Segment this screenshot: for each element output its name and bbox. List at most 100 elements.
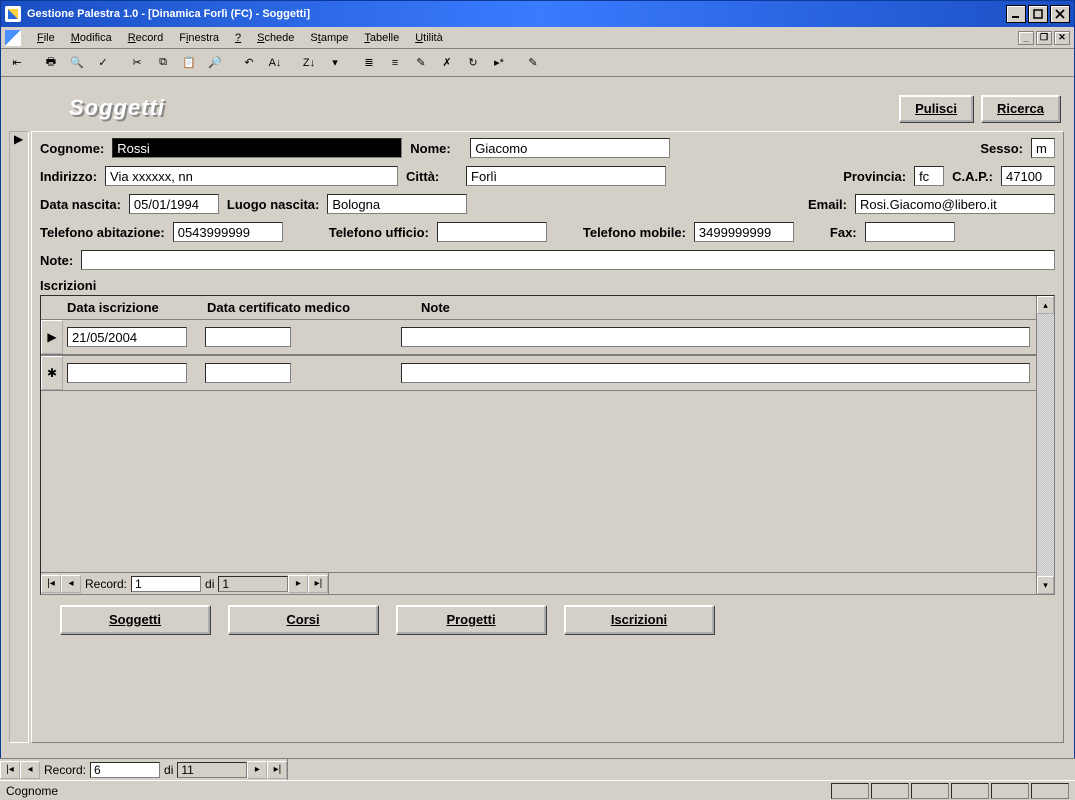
row-new-marker-icon[interactable]: ✱ bbox=[41, 356, 63, 390]
tel-ufficio-field[interactable] bbox=[437, 222, 547, 242]
menubar: FileModificaRecordFinestra?SchedeStampeT… bbox=[1, 27, 1074, 49]
nav-prev-button[interactable]: ◂ bbox=[20, 761, 40, 779]
mdi-restore-button[interactable]: ❐ bbox=[1036, 31, 1052, 45]
sub-data-certificato-field[interactable] bbox=[205, 363, 291, 383]
sub-nav-first-button[interactable]: |◂ bbox=[41, 575, 61, 593]
undo-icon[interactable]: ↶ bbox=[237, 52, 261, 74]
menu-?[interactable]: ? bbox=[227, 30, 249, 46]
filter-excl-icon[interactable]: ≡ bbox=[383, 52, 407, 74]
sub-data-iscrizione-field[interactable] bbox=[67, 363, 187, 383]
indirizzo-field[interactable] bbox=[105, 166, 398, 186]
close-button[interactable] bbox=[1050, 5, 1070, 23]
citta-field[interactable] bbox=[466, 166, 666, 186]
menu-record[interactable]: Record bbox=[120, 30, 171, 46]
menu-finestra[interactable]: Finestra bbox=[171, 30, 227, 46]
nav-last-button[interactable]: ▸| bbox=[267, 761, 287, 779]
mdi-minimize-button[interactable]: _ bbox=[1018, 31, 1034, 45]
fax-label: Fax: bbox=[830, 225, 857, 240]
sub-data-iscrizione-field[interactable] bbox=[67, 327, 187, 347]
cap-label: C.A.P.: bbox=[952, 169, 993, 184]
new-record-icon[interactable]: ▸* bbox=[487, 52, 511, 74]
data-nascita-label: Data nascita: bbox=[40, 197, 121, 212]
sub-row: ✱ bbox=[41, 355, 1036, 391]
edit-icon[interactable]: ✎ bbox=[521, 52, 545, 74]
nav-next-button[interactable]: ▸ bbox=[247, 761, 267, 779]
menu-file[interactable]: File bbox=[29, 30, 63, 46]
tel-mobile-field[interactable] bbox=[694, 222, 794, 242]
menu-tabelle[interactable]: Tabelle bbox=[356, 30, 407, 46]
status-pane bbox=[1031, 783, 1069, 799]
menu-modifica[interactable]: Modifica bbox=[63, 30, 120, 46]
tel-ufficio-label: Telefono ufficio: bbox=[329, 225, 429, 240]
sesso-field[interactable] bbox=[1031, 138, 1055, 158]
filter-adv-icon[interactable]: ✎ bbox=[409, 52, 433, 74]
find-icon[interactable]: 🔎 bbox=[203, 52, 227, 74]
statusbar: Cognome bbox=[0, 780, 1075, 800]
sort-desc-icon[interactable]: Z↓ bbox=[297, 52, 321, 74]
status-pane bbox=[831, 783, 869, 799]
sub-nav-of-label: di bbox=[201, 577, 218, 591]
progetti-button[interactable]: Progetti bbox=[396, 605, 546, 634]
record-selector[interactable]: ▶ bbox=[9, 131, 29, 743]
sub-data-certificato-field[interactable] bbox=[205, 327, 291, 347]
menu-schede[interactable]: Schede bbox=[249, 30, 302, 46]
paste-icon[interactable]: 📋 bbox=[177, 52, 201, 74]
col-note: Note bbox=[421, 300, 450, 315]
sort-asc-icon[interactable]: A↓ bbox=[263, 52, 287, 74]
email-field[interactable] bbox=[855, 194, 1055, 214]
mdi-form-icon bbox=[5, 30, 21, 46]
fax-field[interactable] bbox=[865, 222, 955, 242]
sesso-label: Sesso: bbox=[980, 141, 1023, 156]
remove-filter-icon[interactable]: ✗ bbox=[435, 52, 459, 74]
col-data-iscrizione: Data iscrizione bbox=[67, 300, 193, 315]
menu-utilità[interactable]: Utilità bbox=[407, 30, 451, 46]
window-title: Gestione Palestra 1.0 - [Dinamica Forlì … bbox=[27, 8, 1000, 20]
refresh-icon[interactable]: ↻ bbox=[461, 52, 485, 74]
nome-field[interactable] bbox=[470, 138, 670, 158]
sub-nav-last-button[interactable]: ▸| bbox=[308, 575, 328, 593]
cognome-field[interactable] bbox=[112, 138, 402, 158]
preview-icon[interactable]: 🔍 bbox=[65, 52, 89, 74]
filter-sel-icon[interactable]: ≣ bbox=[357, 52, 381, 74]
tel-abitazione-label: Telefono abitazione: bbox=[40, 225, 165, 240]
note-field[interactable] bbox=[81, 250, 1055, 270]
cap-field[interactable] bbox=[1001, 166, 1055, 186]
print-icon[interactable]: 🖶 bbox=[39, 52, 63, 74]
cut-icon[interactable]: ✂ bbox=[125, 52, 149, 74]
status-pane bbox=[911, 783, 949, 799]
minimize-button[interactable] bbox=[1006, 5, 1026, 23]
tel-abitazione-field[interactable] bbox=[173, 222, 283, 242]
sub-note-field[interactable] bbox=[401, 327, 1030, 347]
mdi-close-button[interactable]: ✕ bbox=[1054, 31, 1070, 45]
record-navigator: |◂ ◂ Record: di ▸ ▸| bbox=[0, 758, 1075, 780]
sub-record-navigator: |◂ ◂ Record: di ▸ ▸| bbox=[41, 572, 1036, 594]
soggetti-button[interactable]: Soggetti bbox=[60, 605, 210, 634]
sub-nav-current-field[interactable] bbox=[131, 576, 201, 592]
sub-nav-prev-button[interactable]: ◂ bbox=[61, 575, 81, 593]
pulisci-button[interactable]: Pulisci bbox=[899, 95, 973, 122]
sub-scrollbar[interactable]: ▴ ▾ bbox=[1036, 296, 1054, 594]
menu-stampe[interactable]: Stampe bbox=[302, 30, 356, 46]
scroll-up-icon[interactable]: ▴ bbox=[1037, 296, 1054, 314]
sub-nav-next-button[interactable]: ▸ bbox=[288, 575, 308, 593]
maximize-button[interactable] bbox=[1028, 5, 1048, 23]
row-current-marker-icon[interactable]: ▶ bbox=[41, 320, 63, 354]
status-text: Cognome bbox=[6, 784, 58, 798]
spell-icon[interactable]: ✓ bbox=[91, 52, 115, 74]
luogo-nascita-field[interactable] bbox=[327, 194, 467, 214]
iscrizioni-subform: Iscrizioni Data iscrizione Data certific… bbox=[40, 278, 1055, 595]
sub-note-field[interactable] bbox=[401, 363, 1030, 383]
ricerca-button[interactable]: Ricerca bbox=[981, 95, 1060, 122]
copy-icon[interactable]: ⧉ bbox=[151, 52, 175, 74]
cognome-label: Cognome: bbox=[40, 141, 104, 156]
filter-form-icon[interactable]: ▾ bbox=[323, 52, 347, 74]
luogo-nascita-label: Luogo nascita: bbox=[227, 197, 319, 212]
provincia-field[interactable] bbox=[914, 166, 944, 186]
data-nascita-field[interactable] bbox=[129, 194, 219, 214]
nav-current-field[interactable] bbox=[90, 762, 160, 778]
iscrizioni-button[interactable]: Iscrizioni bbox=[564, 605, 714, 634]
back-icon[interactable]: ⇤ bbox=[5, 52, 29, 74]
corsi-button[interactable]: Corsi bbox=[228, 605, 378, 634]
nav-first-button[interactable]: |◂ bbox=[0, 761, 20, 779]
scroll-down-icon[interactable]: ▾ bbox=[1037, 576, 1054, 594]
